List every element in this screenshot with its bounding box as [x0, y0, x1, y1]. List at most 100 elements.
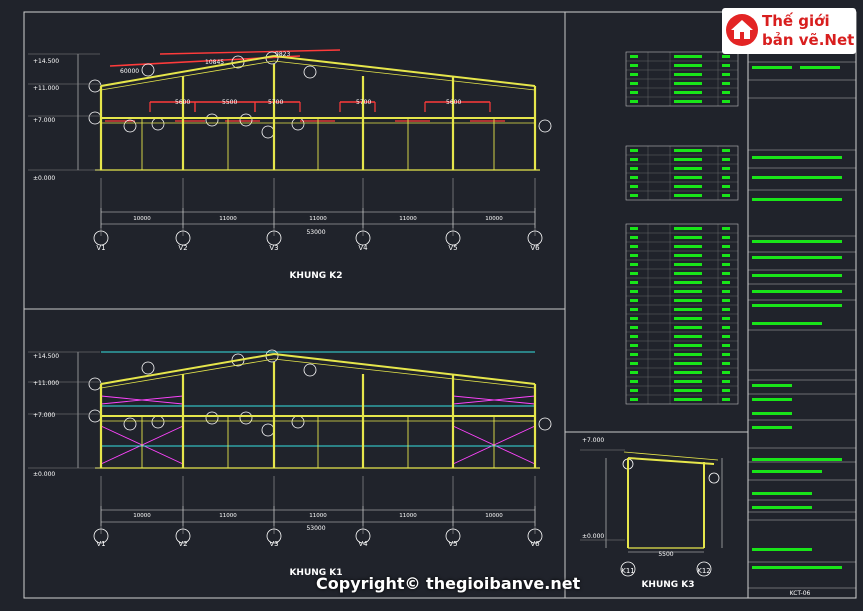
table-cell-mark [674, 290, 702, 293]
table-cell-mark [722, 317, 730, 320]
title-block-text-bar [752, 398, 792, 401]
k3-grid-axes: K11 K12 [621, 567, 711, 575]
level-label: +14.500 [33, 353, 59, 360]
title-block-text-bar [752, 240, 842, 243]
table-cell-mark [674, 176, 702, 179]
bay-dimension: 10000 [485, 513, 503, 519]
k1-total-dimension: 53000 [306, 525, 325, 532]
level-label: ±0.000 [33, 471, 55, 478]
table-cell-mark [722, 371, 730, 374]
table-cell-mark [674, 281, 702, 284]
table-cell-mark [630, 82, 638, 85]
table-cell-mark [722, 254, 730, 257]
table-cell-mark [630, 335, 638, 338]
table-cell-mark [630, 290, 638, 293]
k1-grid-axes: V1 V2 V3 V4 V5 V6 [96, 540, 540, 548]
grid-axis-label: V2 [178, 540, 187, 548]
dimension-text: 5500 [222, 99, 237, 106]
table-cell-mark [674, 371, 702, 374]
title-block-text-bar [752, 198, 842, 201]
section-bubble [88, 377, 102, 391]
table-cell-mark [722, 389, 730, 392]
table-cell-mark [722, 149, 730, 152]
dimension-text: 5700 [268, 99, 283, 106]
table-cell-mark [674, 73, 702, 76]
k2-level-labels: +14.500 +11.000 +7.000 ±0.000 [33, 58, 59, 182]
k2-total-dimension: 53000 [306, 229, 325, 236]
table-cell-mark [630, 158, 638, 161]
table-cell-mark [674, 82, 702, 85]
table-cell-mark [630, 100, 638, 103]
table-cell-mark [674, 227, 702, 230]
table-cell-mark [722, 227, 730, 230]
title-block-text-bar [752, 566, 842, 569]
table-cell-mark [674, 236, 702, 239]
table-cell-mark [630, 281, 638, 284]
table-cell-mark [630, 263, 638, 266]
roof-beam [159, 49, 341, 55]
grid-axis-label: V4 [358, 244, 368, 252]
table-cell-mark [722, 91, 730, 94]
table-cell-mark [630, 326, 638, 329]
table-cell-mark [722, 326, 730, 329]
title-block-text-bar [752, 492, 812, 495]
table-cell-mark [674, 353, 702, 356]
rafter-inner [273, 358, 536, 389]
rafter-inner [273, 60, 536, 91]
title-block-text-bar [752, 458, 842, 461]
k3-span-dimension: 5500 [658, 551, 673, 558]
table-cell-mark [674, 149, 702, 152]
table-cell-mark [674, 64, 702, 67]
table-cell-mark [674, 380, 702, 383]
section-bubble [538, 119, 552, 133]
section-bubble [291, 117, 305, 131]
grid-axis-label: K11 [621, 567, 635, 575]
dimension-text: 5700 [356, 99, 371, 106]
bay-dimension: 11000 [399, 216, 417, 222]
copyright-watermark: Copyright© thegioibanve.net [316, 574, 581, 593]
section-bubble [141, 361, 155, 375]
table-cell-mark [674, 335, 702, 338]
k2-grid-axes: V1 V2 V3 V4 V5 V6 [96, 244, 540, 252]
table-cell-mark [722, 281, 730, 284]
level-label: +11.000 [33, 85, 59, 92]
table-cell-mark [630, 64, 638, 67]
bay-dimension: 11000 [219, 216, 237, 222]
table-cell-mark [674, 254, 702, 257]
table-cell-mark [722, 362, 730, 365]
rafter-inner [100, 358, 275, 389]
level-label: +7.000 [33, 412, 55, 419]
k1-level-labels: +14.500 +11.000 +7.000 ±0.000 [33, 353, 59, 478]
table-cell-mark [674, 91, 702, 94]
frame-k2-title: KHUNG K2 [289, 271, 342, 281]
table-cell-mark [722, 308, 730, 311]
grid-axis-label: V6 [530, 540, 540, 548]
table-cell-mark [722, 100, 730, 103]
grid-axis-label: V3 [269, 540, 278, 548]
title-block-text-bar [752, 156, 842, 159]
table-cell-mark [630, 167, 638, 170]
table-cell-mark [674, 362, 702, 365]
table-cell-mark [630, 227, 638, 230]
section-bubble [303, 363, 317, 377]
dimension-text: 10845 [205, 59, 224, 66]
level-label: +7.000 [582, 437, 604, 444]
table-cell-mark [630, 194, 638, 197]
k1-bay-dimensions: 10000 11000 11000 11000 10000 [133, 513, 503, 519]
cad-drawing-viewport: KHUNG K2 KHUNG K1 KHUNG K3 +14.500 +11.0… [0, 0, 863, 611]
rafter [273, 55, 536, 87]
section-bubble [239, 411, 253, 425]
grid-axis-label: V5 [448, 540, 457, 548]
bay-dimension: 11000 [219, 513, 237, 519]
table-cell-mark [674, 326, 702, 329]
table-cell-mark [630, 362, 638, 365]
section-bubble [123, 119, 137, 133]
bay-dimension: 11000 [399, 513, 417, 519]
table-cell-mark [722, 158, 730, 161]
section-bubble [261, 125, 275, 139]
table-cell-mark [674, 100, 702, 103]
title-block-text-bar [752, 548, 812, 551]
table-cell-mark [722, 167, 730, 170]
table-cell-mark [630, 317, 638, 320]
title-block-text-bar [752, 290, 842, 293]
